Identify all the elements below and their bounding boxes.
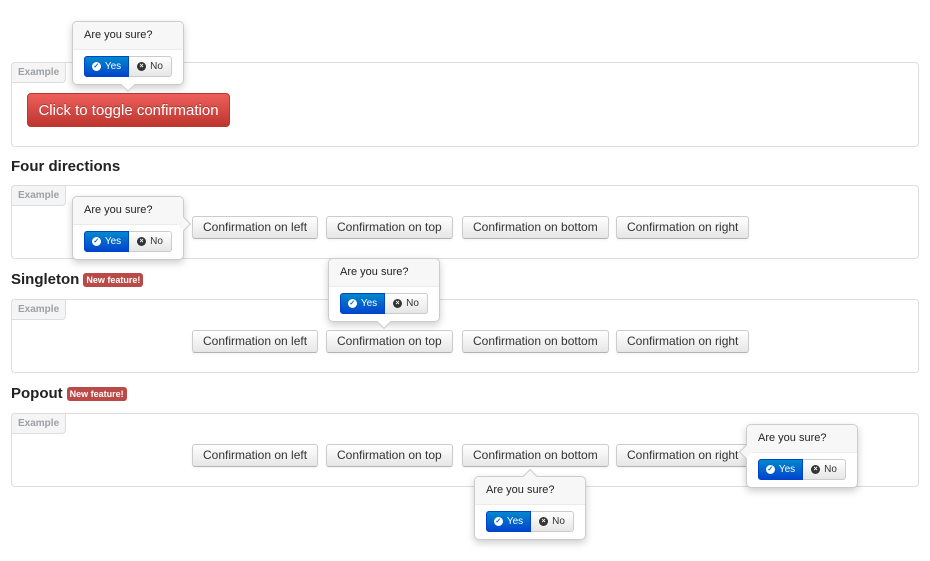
no-label: No: [150, 61, 163, 72]
no-label: No: [552, 516, 565, 527]
confirm-popover: Are you sure? ✓ Yes × No: [72, 21, 184, 93]
confirmation-left-button[interactable]: Confirmation on left: [192, 444, 319, 467]
confirm-popover-left: Are you sure? ✓ Yes × No: [72, 196, 192, 260]
x-circle-icon: ×: [811, 465, 821, 474]
no-button[interactable]: × No: [531, 511, 574, 532]
example-label: Example: [11, 413, 67, 434]
section-title-singleton: Singleton New feature!: [11, 271, 144, 288]
x-circle-icon: ×: [393, 299, 403, 308]
confirmation-bottom-button[interactable]: Confirmation on bottom: [462, 330, 609, 353]
check-circle-icon: ✓: [765, 465, 775, 474]
yes-button[interactable]: ✓ Yes: [486, 511, 531, 532]
yes-label: Yes: [506, 516, 524, 527]
yes-label: Yes: [104, 236, 122, 247]
popover-title: Are you sure?: [73, 197, 183, 225]
example-label: Example: [11, 299, 67, 320]
section-title-text: Singleton: [11, 271, 80, 288]
section-title-popout: Popout New feature!: [11, 385, 127, 402]
section-title-text: Four directions: [11, 158, 121, 175]
confirm-popover-top: Are you sure? ✓ Yes × No: [328, 258, 440, 330]
confirmation-left-button[interactable]: Confirmation on left: [192, 216, 319, 239]
check-circle-icon: ✓: [91, 237, 101, 246]
popover-title: Are you sure?: [747, 425, 857, 453]
confirm-popover-right: Are you sure? ✓ Yes × No: [738, 424, 858, 488]
toggle-confirmation-button[interactable]: Click to toggle confirmation: [27, 93, 230, 127]
confirmation-bottom-button[interactable]: Confirmation on bottom: [462, 444, 609, 467]
x-circle-icon: ×: [539, 517, 549, 526]
x-circle-icon: ×: [137, 62, 147, 71]
example-label: Example: [11, 62, 67, 83]
yes-button[interactable]: ✓ Yes: [340, 293, 385, 314]
confirmation-right-button[interactable]: Confirmation on right: [616, 444, 750, 467]
confirmation-right-button[interactable]: Confirmation on right: [616, 216, 750, 239]
x-circle-icon: ×: [137, 237, 147, 246]
new-feature-badge: New feature!: [66, 386, 127, 401]
no-label: No: [406, 298, 419, 309]
section-title-four-directions: Four directions: [11, 158, 120, 175]
confirmation-right-button[interactable]: Confirmation on right: [616, 330, 750, 353]
no-label: No: [824, 464, 837, 475]
example-label: Example: [11, 185, 67, 206]
section-title-text: Popout: [11, 385, 63, 402]
new-feature-badge: New feature!: [83, 272, 144, 287]
yes-label: Yes: [778, 464, 796, 475]
popover-title: Are you sure?: [329, 259, 439, 287]
yes-button[interactable]: ✓ Yes: [758, 459, 803, 480]
check-circle-icon: ✓: [91, 62, 101, 71]
yes-label: Yes: [360, 298, 378, 309]
check-circle-icon: ✓: [493, 517, 503, 526]
popover-title: Are you sure?: [73, 22, 183, 50]
confirmation-top-button[interactable]: Confirmation on top: [326, 216, 453, 239]
confirmation-bottom-button[interactable]: Confirmation on bottom: [462, 216, 609, 239]
confirmation-top-button[interactable]: Confirmation on top: [326, 330, 453, 353]
no-button[interactable]: × No: [803, 459, 846, 480]
no-button[interactable]: × No: [385, 293, 428, 314]
confirmation-top-button[interactable]: Confirmation on top: [326, 444, 453, 467]
no-label: No: [150, 236, 163, 247]
yes-button[interactable]: ✓ Yes: [84, 231, 129, 252]
confirm-popover-bottom: Are you sure? ✓ Yes × No: [474, 468, 586, 540]
no-button[interactable]: × No: [129, 56, 172, 77]
confirmation-left-button[interactable]: Confirmation on left: [192, 330, 319, 353]
check-circle-icon: ✓: [347, 299, 357, 308]
yes-button[interactable]: ✓ Yes: [84, 56, 129, 77]
no-button[interactable]: × No: [129, 231, 172, 252]
yes-label: Yes: [104, 61, 122, 72]
